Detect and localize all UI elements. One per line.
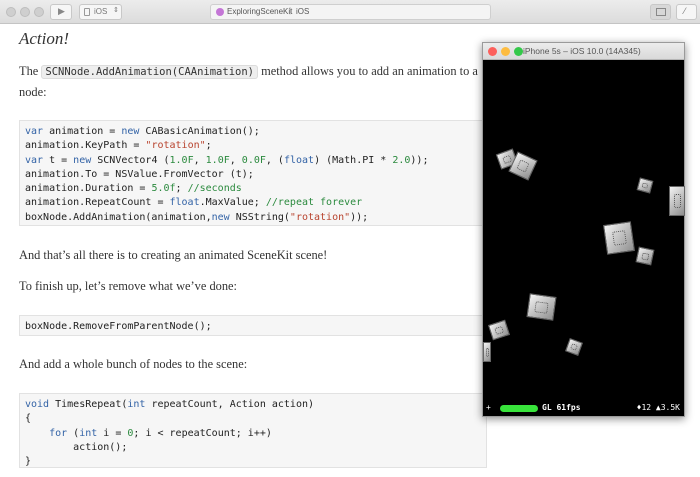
section-title: Action! <box>19 29 70 48</box>
fps-label: GL 61fps <box>542 403 581 412</box>
chevron-updown-icon: ⇕ <box>113 7 119 14</box>
cube-node <box>487 319 511 341</box>
code-line: for (int i = 0; i < repeatCount; i++) <box>49 427 272 439</box>
simulator-window[interactable]: iPhone 5s – iOS 10.0 (14A345) + GL 61fps… <box>482 42 685 417</box>
paragraph-4: And add a whole bunch of nodes to the sc… <box>19 357 248 371</box>
code-line: var animation = new CABasicAnimation(); <box>25 126 260 137</box>
code-line: } <box>25 456 32 468</box>
node-count-label: ♦12 ▲3.5K <box>636 403 680 412</box>
simulator-close-button[interactable] <box>488 47 497 56</box>
fps-bar <box>500 405 538 412</box>
intro-text-line2: node: <box>19 85 47 99</box>
run-button[interactable]: ▶ <box>50 4 72 20</box>
activity-bar: ExploringSceneKit | iOS <box>210 4 491 20</box>
intro-paragraph: The SCNNode.AddAnimation(CAAnimation) me… <box>19 61 489 102</box>
toolbar: ▶ iOS ⇕ ExploringSceneKit | iOS ⁄ <box>0 0 700 24</box>
paragraph-3: To finish up, let’s remove what we’ve do… <box>19 279 237 293</box>
statistics-bar[interactable]: + GL 61fps ♦12 ▲3.5K <box>483 402 684 416</box>
cube-node <box>526 293 557 321</box>
code-block-animation: var animation = new CABasicAnimation(); … <box>19 120 487 226</box>
cube-node <box>635 246 655 266</box>
sidebar-icon <box>656 8 666 16</box>
cube-node <box>565 338 583 356</box>
code-line: animation.To = NSValue.FromVector (t); <box>25 168 254 180</box>
code-line: void TimesRepeat(int repeatCount, Action… <box>25 399 315 410</box>
slash-icon: ⁄ <box>684 6 686 16</box>
cube-node <box>636 177 654 194</box>
play-icon: ▶ <box>58 6 65 16</box>
target-name: iOS <box>296 7 310 16</box>
code-line: action(); <box>25 441 128 453</box>
zoom-window-button[interactable] <box>34 7 44 17</box>
scenekit-view[interactable] <box>483 60 685 415</box>
simulator-minimize-button[interactable] <box>501 47 510 56</box>
simulator-zoom-button[interactable] <box>514 47 523 56</box>
code-block-remove: boxNode.RemoveFromParentNode(); <box>19 315 487 336</box>
device-icon <box>84 8 90 16</box>
intro-text-end: method allows you to add an animation to… <box>258 64 478 78</box>
platform-label: iOS <box>94 7 108 16</box>
code-line: var t = new SCNVector4 (1.0F, 1.0F, 0.0F… <box>25 154 429 166</box>
code-line: animation.Duration = 5.0f; //seconds <box>25 183 242 195</box>
navigator-toggle-button[interactable] <box>650 4 671 20</box>
code-line: { <box>25 413 32 425</box>
inline-code: SCNNode.AddAnimation(CAAnimation) <box>41 65 258 79</box>
code-line: boxNode.AddAnimation(animation,new NSStr… <box>25 211 369 223</box>
code-block-timesrepeat: void TimesRepeat(int repeatCount, Action… <box>19 393 487 468</box>
code-line: animation.RepeatCount = float.MaxValue; … <box>25 197 363 209</box>
inspector-toggle-button[interactable]: ⁄ <box>676 4 697 20</box>
plus-icon[interactable]: + <box>486 403 491 412</box>
intro-text-start: The <box>19 64 42 78</box>
code-line: animation.KeyPath = "rotation"; <box>25 140 212 152</box>
simulator-titlebar[interactable]: iPhone 5s – iOS 10.0 (14A345) <box>483 43 684 60</box>
platform-selector[interactable]: iOS ⇕ <box>79 4 122 20</box>
cube-node <box>603 221 635 255</box>
project-icon <box>216 8 224 16</box>
simulator-title: iPhone 5s – iOS 10.0 (14A345) <box>523 46 641 56</box>
paragraph-2: And that’s all there is to creating an a… <box>19 248 328 262</box>
project-name: ExploringSceneKit <box>227 7 293 16</box>
cube-node <box>669 186 685 216</box>
close-window-button[interactable] <box>6 7 16 17</box>
code-line: boxNode.RemoveFromParentNode(); <box>25 321 212 332</box>
cube-node <box>483 342 491 362</box>
minimize-window-button[interactable] <box>20 7 30 17</box>
separator: | <box>289 6 292 15</box>
